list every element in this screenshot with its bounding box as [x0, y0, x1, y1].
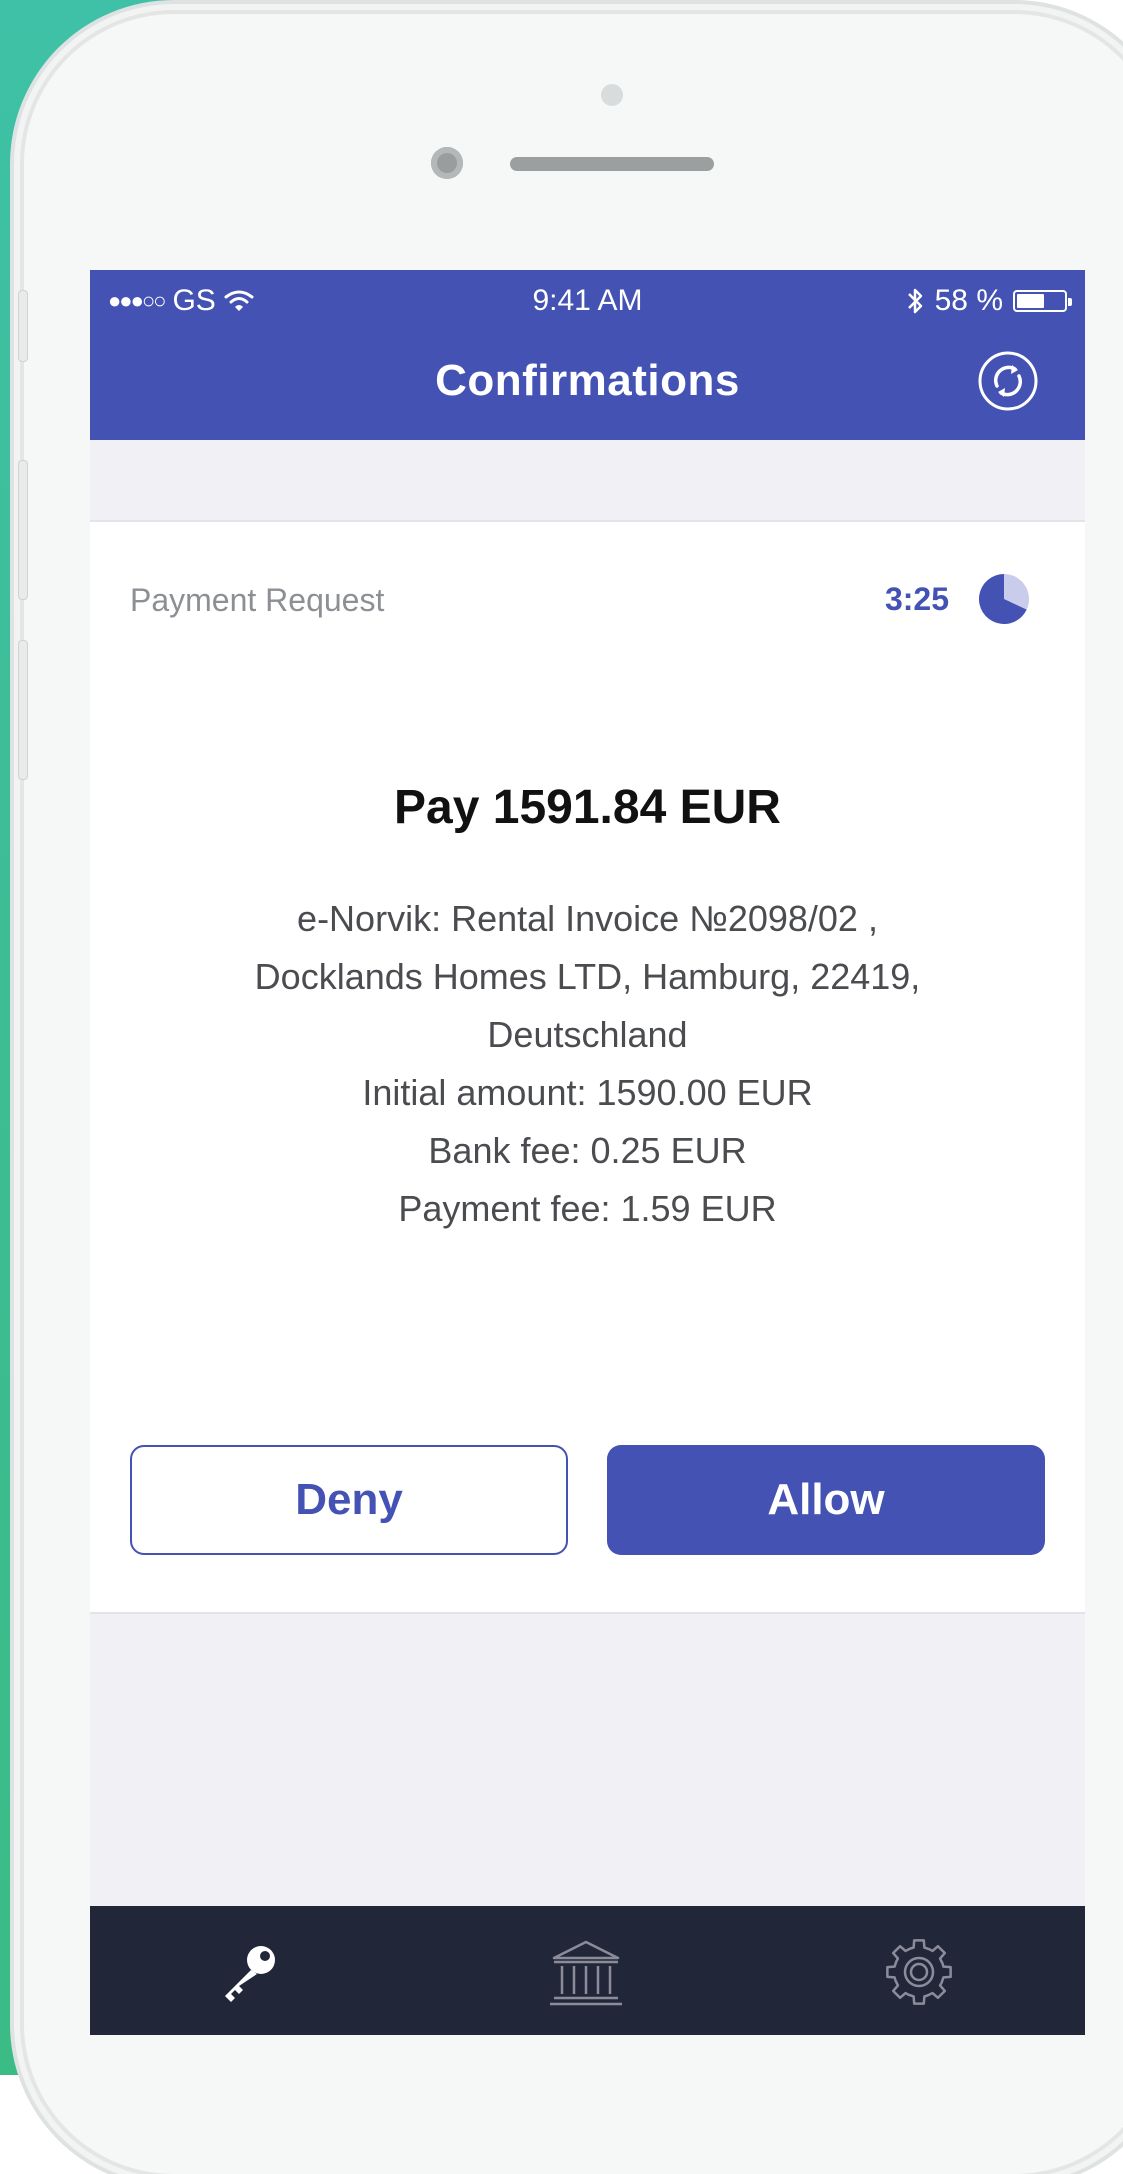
proximity-sensor [601, 84, 623, 106]
timer-pie-icon [978, 574, 1029, 624]
page-title: Confirmations [435, 356, 740, 405]
bluetooth-icon [907, 288, 922, 314]
request-type-label: Payment Request [130, 582, 385, 618]
volume-up-button [18, 460, 28, 600]
front-camera [431, 147, 463, 179]
bank-icon[interactable] [548, 1934, 624, 2010]
detail-line: Bank fee: 0.25 EUR [428, 1130, 747, 1171]
battery-percent: 58 % [934, 284, 1003, 317]
gear-icon[interactable] [881, 1934, 957, 2010]
mute-switch [18, 290, 28, 362]
app-header: ●●●○○ GS 9:41 AM 58 % Confirmations [90, 270, 1085, 440]
key-icon[interactable] [213, 1934, 289, 2010]
detail-line: Initial amount: 1590.00 EUR [362, 1072, 813, 1113]
volume-down-button [18, 640, 28, 780]
request-timer: 3:25 [885, 572, 1031, 626]
refresh-icon[interactable] [977, 350, 1039, 412]
battery-icon [1013, 290, 1072, 312]
detail-line: e-Norvik: Rental Invoice №2098/02 , [297, 898, 878, 939]
allow-button[interactable]: Allow [607, 1445, 1045, 1555]
payment-request-card: Payment Request 3:25 Pay 1591.84 EUR e-N… [90, 520, 1085, 1614]
bottom-tab-bar [90, 1906, 1085, 2035]
status-bar: ●●●○○ GS 9:41 AM 58 % [90, 278, 1085, 318]
deny-button[interactable]: Deny [130, 1445, 568, 1555]
timer-text: 3:25 [884, 580, 949, 617]
payment-amount-title: Pay 1591.84 EUR [394, 781, 781, 834]
earpiece-speaker [510, 157, 714, 171]
battery-level [1017, 294, 1044, 308]
payment-details: e-Norvik: Rental Invoice №2098/02 , Dock… [150, 890, 1025, 1238]
detail-line: Deutschland [487, 1014, 688, 1055]
app-screen: ●●●○○ GS 9:41 AM 58 % Confirmations Paym… [90, 270, 1085, 2035]
detail-line: Docklands Homes LTD, Hamburg, 22419, [254, 956, 921, 997]
detail-line: Payment fee: 1.59 EUR [398, 1188, 777, 1229]
